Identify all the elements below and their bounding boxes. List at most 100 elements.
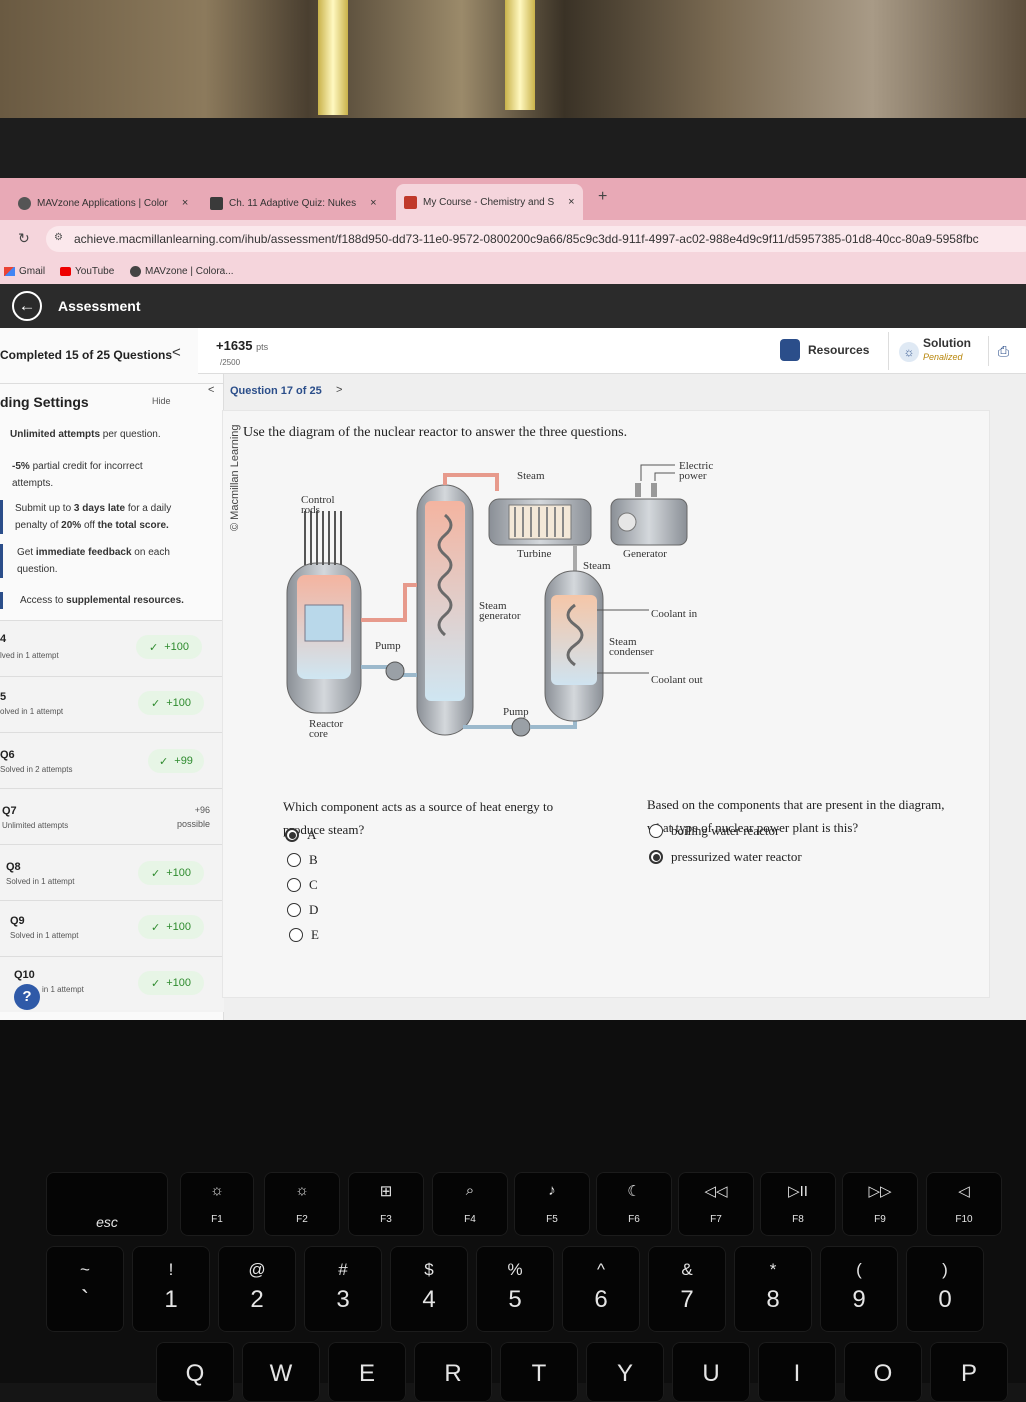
key-tilde[interactable]: ~ `: [46, 1246, 124, 1332]
key-f4[interactable]: ⌕ F4: [432, 1172, 508, 1236]
key-y[interactable]: Y: [586, 1342, 664, 1402]
radio-selected[interactable]: [285, 828, 299, 842]
key-2[interactable]: @2: [218, 1246, 296, 1332]
back-button[interactable]: ←: [12, 291, 42, 321]
radio[interactable]: [649, 824, 663, 838]
bookmark-gmail[interactable]: Gmail: [4, 266, 45, 277]
question-item-8[interactable]: Q8 Solved in 1 attempt ✓ +100: [0, 844, 224, 900]
option-d[interactable]: D: [287, 902, 318, 918]
settings-header: ding Settings Hide: [0, 394, 171, 410]
score-badge: ✓ +99: [148, 749, 204, 773]
key-f8[interactable]: ▷II F8: [760, 1172, 836, 1236]
option-b[interactable]: B: [287, 852, 318, 868]
fast-forward-icon: ▷▷: [868, 1183, 892, 1200]
next-question-button[interactable]: >: [336, 384, 342, 396]
microphone-icon: ♪: [548, 1182, 556, 1199]
option-a[interactable]: A: [285, 827, 316, 843]
collapse-sidebar-button[interactable]: <: [172, 344, 181, 361]
close-tab-icon[interactable]: ×: [182, 197, 188, 209]
macmillan-icon: [404, 195, 417, 209]
browser-tab-course[interactable]: My Course - Chemistry and S ×: [396, 184, 583, 220]
laptop-bezel: [0, 118, 1026, 180]
previous-question-button[interactable]: <: [208, 384, 214, 396]
key-f5[interactable]: ♪ F5: [514, 1172, 590, 1236]
key-8[interactable]: * 8: [734, 1246, 812, 1332]
key-4[interactable]: $4: [390, 1246, 468, 1332]
radio[interactable]: [287, 903, 301, 917]
bookmark-mavzone[interactable]: MAVzone | Colora...: [130, 266, 234, 277]
question-panel: © Macmillan Learning Use the diagram of …: [222, 410, 990, 998]
option-boiling-water[interactable]: boiling water reactor: [649, 823, 779, 839]
key-3[interactable]: #3: [304, 1246, 382, 1332]
solution-button[interactable]: ☼ Solution Penalized: [888, 332, 980, 370]
hide-settings-button[interactable]: Hide: [152, 396, 171, 406]
globe-icon: [18, 196, 31, 210]
browser-tab-quiz[interactable]: Ch. 11 Adaptive Quiz: Nukes ×: [202, 188, 385, 218]
reload-icon[interactable]: ↻: [18, 230, 30, 247]
question-item-6[interactable]: Q6 Solved in 2 attempts ✓ +99: [0, 732, 224, 788]
brightness-down-icon: ☼: [210, 1182, 224, 1199]
check-icon: ✓: [151, 697, 161, 710]
help-button[interactable]: ?: [14, 984, 40, 1010]
key-esc[interactable]: esc: [46, 1172, 168, 1236]
key-1[interactable]: ! 1: [132, 1246, 210, 1332]
option-c[interactable]: C: [287, 877, 318, 893]
key-0[interactable]: ) 0: [906, 1246, 984, 1332]
mission-control-icon: ⊞: [379, 1183, 393, 1200]
option-pressurized-water[interactable]: pressurized water reactor: [649, 849, 802, 865]
close-tab-icon[interactable]: ×: [568, 196, 574, 208]
new-tab-button[interactable]: +: [598, 188, 607, 206]
key-f2[interactable]: ☼ F2: [264, 1172, 340, 1236]
lightbulb-icon: ☼: [899, 342, 919, 362]
setting-attempts: Unlimited attempts per question.: [10, 429, 161, 440]
key-f9[interactable]: ▷▷ F9: [842, 1172, 918, 1236]
key-7[interactable]: & 7: [648, 1246, 726, 1332]
site-settings-icon[interactable]: ⚙: [54, 232, 63, 243]
key-f10[interactable]: ◁ F10: [926, 1172, 1002, 1236]
bookmark-youtube[interactable]: YouTube: [60, 266, 114, 277]
radio[interactable]: [287, 878, 301, 892]
key-w[interactable]: W: [242, 1342, 320, 1402]
key-5[interactable]: % 5: [476, 1246, 554, 1332]
option-e[interactable]: E: [289, 927, 319, 943]
score-header: +1635 pts /2500 Resources ☼ Solution Pen…: [198, 328, 1026, 374]
key-u[interactable]: U: [672, 1342, 750, 1402]
laptop-keyboard: esc ☼ F1 ☼ F2 ⊞ F3 ⌕ F4 ♪ F5 ☾ F6 ◁◁ F7 ▷II F8 ▷…: [0, 1020, 1026, 1402]
key-f6[interactable]: ☾ F6: [596, 1172, 672, 1236]
app-header: ← Assessment: [0, 284, 1026, 328]
key-q[interactable]: Q: [156, 1342, 234, 1402]
score-badge: ✓ +100: [138, 915, 204, 939]
print-icon[interactable]: ⎙: [988, 336, 1018, 366]
points-total: /2500: [220, 358, 241, 367]
browser-tab-mavzone[interactable]: MAVzone Applications | Color ×: [10, 188, 196, 218]
key-o[interactable]: O: [844, 1342, 922, 1402]
possible-score: +96 possible: [176, 805, 210, 829]
radio-selected[interactable]: [649, 850, 663, 864]
question-navigation: < Question 17 of 25 >: [198, 374, 1026, 406]
key-e[interactable]: E: [328, 1342, 406, 1402]
globe-icon: [130, 266, 141, 277]
completion-summary: Completed 15 of 25 Questions <: [0, 328, 223, 384]
bookmarks-bar: Gmail YouTube MAVzone | Colora...: [0, 258, 1026, 284]
key-9[interactable]: (9: [820, 1246, 898, 1332]
question-item-5[interactable]: 5 olved in 1 attempt ✓ +100: [0, 676, 224, 732]
resources-button[interactable]: Resources: [780, 336, 869, 364]
question-item-9[interactable]: Q9 Solved in 1 attempt ✓ +100: [0, 900, 224, 956]
question-item-7[interactable]: Q7 Unlimited attempts +96 possible: [0, 788, 224, 844]
radio[interactable]: [289, 928, 303, 942]
key-t[interactable]: T: [500, 1342, 578, 1402]
key-6[interactable]: ^ 6: [562, 1246, 640, 1332]
score-badge: ✓ +100: [138, 861, 204, 885]
key-f3[interactable]: ⊞ F3: [348, 1172, 424, 1236]
url-field[interactable]: ⚙ achieve.macmillanlearning.com/ihub/ass…: [46, 226, 1026, 252]
browser-tab-bar: MAVzone Applications | Color × Ch. 11 Ad…: [0, 178, 1026, 220]
key-f7[interactable]: ◁◁ F7: [678, 1172, 754, 1236]
key-r[interactable]: R: [414, 1342, 492, 1402]
question-item-4[interactable]: 4 lved in 1 attempt ✓ +100: [0, 620, 224, 676]
key-f1[interactable]: ☼ F1: [180, 1172, 254, 1236]
address-bar: ↻ ⚙ achieve.macmillanlearning.com/ihub/a…: [0, 220, 1026, 258]
key-p[interactable]: P: [930, 1342, 1008, 1402]
radio[interactable]: [287, 853, 301, 867]
close-tab-icon[interactable]: ×: [370, 197, 376, 209]
key-i[interactable]: I: [758, 1342, 836, 1402]
